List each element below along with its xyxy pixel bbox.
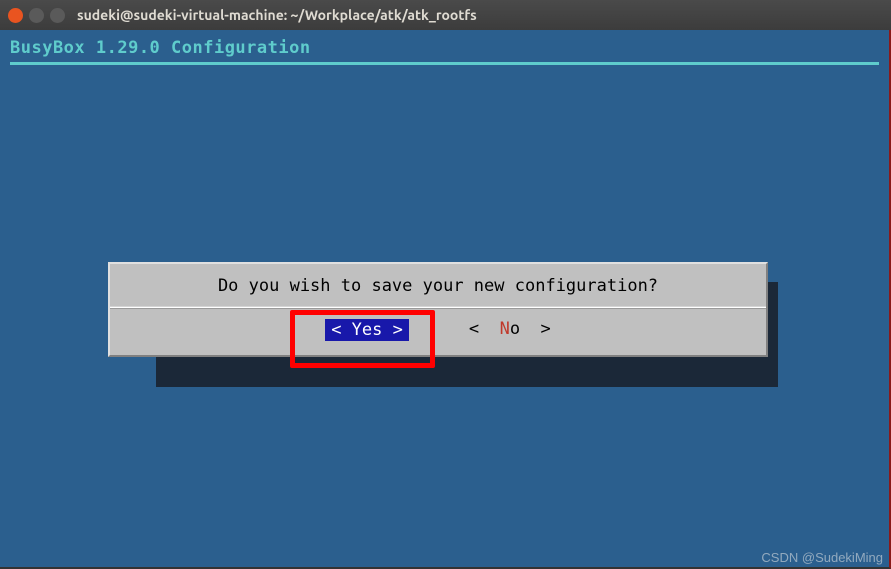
header-divider (10, 62, 879, 65)
terminal-view: BusyBox 1.29.0 Configuration Do you wish… (0, 30, 891, 569)
app-window: sudeki@sudeki-virtual-machine: ~/Workpla… (0, 0, 891, 569)
close-icon[interactable] (8, 8, 23, 23)
no-button[interactable]: < No > (469, 319, 551, 341)
minimize-icon[interactable] (29, 8, 44, 23)
title-bar: sudeki@sudeki-virtual-machine: ~/Workpla… (0, 0, 891, 30)
dialog-container: Do you wish to save your new configurati… (108, 262, 778, 357)
watermark: CSDN @SudekiMing (761, 550, 883, 565)
config-header: BusyBox 1.29.0 Configuration (10, 38, 879, 58)
yes-button[interactable]: < Yes > (325, 319, 409, 341)
no-hotkey: N (500, 319, 510, 339)
confirm-dialog: Do you wish to save your new configurati… (108, 262, 768, 357)
dialog-buttons: < Yes > < No > (110, 308, 766, 355)
maximize-icon[interactable] (50, 8, 65, 23)
dialog-question: Do you wish to save your new configurati… (110, 264, 766, 308)
yes-hotkey: Y (352, 320, 362, 340)
window-title: sudeki@sudeki-virtual-machine: ~/Workpla… (77, 7, 883, 23)
window-controls (8, 8, 65, 23)
